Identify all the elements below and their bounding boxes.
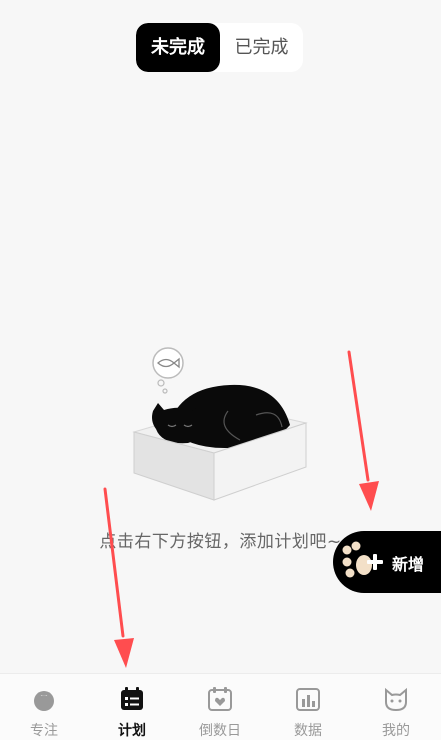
- tab-countdown-label: 倒数日: [199, 723, 241, 739]
- bar-chart-icon: [296, 688, 320, 711]
- tab-stats-label: 数据: [294, 723, 322, 739]
- segment-completed[interactable]: 已完成: [220, 23, 303, 72]
- bottom-tab-bar: 专注 计划 倒数日 数据 我的: [0, 673, 441, 740]
- arrow-to-plan-tab: [103, 487, 134, 668]
- tab-focus[interactable]: 专注: [0, 674, 88, 740]
- tab-focus-label: 专注: [30, 723, 58, 739]
- tab-plan-label: 计划: [118, 723, 146, 739]
- tomato-icon: [34, 691, 54, 711]
- segment-incomplete[interactable]: 未完成: [136, 23, 220, 72]
- add-plan-button[interactable]: 新增: [333, 531, 441, 593]
- plus-icon: [367, 554, 383, 570]
- sleeping-cat-in-box-illustration: [132, 347, 308, 501]
- tab-countdown[interactable]: 倒数日: [176, 674, 264, 740]
- calendar-list-icon: [121, 687, 143, 710]
- add-button-label: 新增: [392, 555, 425, 574]
- cat-face-icon: [385, 687, 407, 712]
- arrow-to-fab: [347, 350, 379, 511]
- tab-profile[interactable]: 我的: [352, 674, 440, 740]
- tab-profile-label: 我的: [382, 723, 410, 739]
- tab-plan[interactable]: 计划: [88, 674, 176, 740]
- calendar-heart-icon: [208, 687, 232, 711]
- status-segmented-control: 未完成 已完成: [136, 23, 303, 72]
- tab-stats[interactable]: 数据: [264, 674, 352, 740]
